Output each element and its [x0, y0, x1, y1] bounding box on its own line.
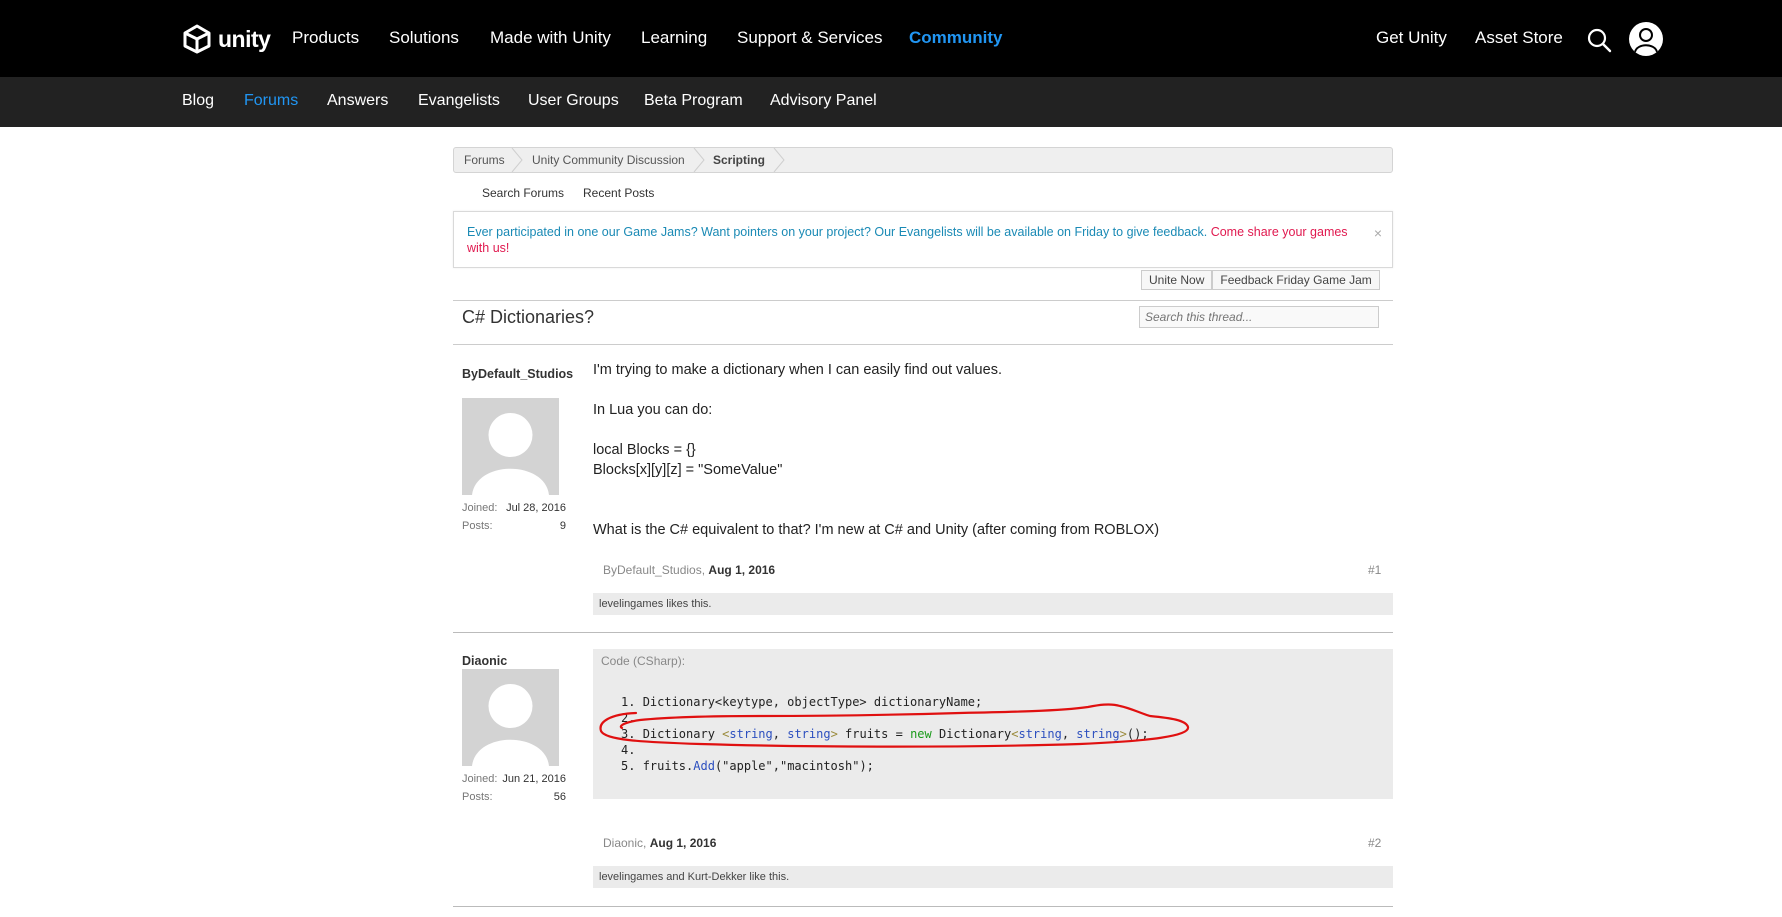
- code-line-5: 5. fruits.Add("apple","macintosh");: [621, 759, 874, 773]
- post-footer: ByDefault_Studios, Aug 1, 2016: [603, 563, 775, 577]
- nav-support-services[interactable]: Support & Services: [737, 28, 883, 48]
- tab-unite-now[interactable]: Unite Now: [1141, 270, 1213, 290]
- nav-solutions[interactable]: Solutions: [389, 28, 459, 48]
- code-block: Code (CSharp): 1. Dictionary<keytype, ob…: [593, 649, 1393, 799]
- top-navigation: unity Products Solutions Made with Unity…: [0, 0, 1782, 77]
- likes-summary: levelingames and Kurt-Dekker like this.: [593, 866, 1393, 888]
- post-number[interactable]: #1: [1368, 563, 1381, 577]
- notice-text: Ever participated in one our Game Jams? …: [467, 224, 1357, 256]
- joined-date: Jul 28, 2016: [506, 502, 566, 514]
- message-line: In Lua you can do:: [593, 402, 713, 418]
- notice-tabs: Unite Now Feedback Friday Game Jam: [1141, 270, 1380, 290]
- footer-author[interactable]: Diaonic,: [603, 836, 646, 850]
- unity-logo-icon: [183, 24, 211, 54]
- post-footer: Diaonic, Aug 1, 2016: [603, 836, 716, 850]
- message-line: I'm trying to make a dictionary when I c…: [593, 362, 1002, 378]
- posts-label: Posts:: [462, 520, 493, 532]
- divider: [453, 344, 1393, 345]
- code-lines: 1. Dictionary<keytype, objectType> dicti…: [621, 694, 1149, 774]
- joined-label: Joined:: [462, 502, 498, 514]
- breadcrumb-scripting[interactable]: Scripting: [713, 148, 765, 172]
- code-line-1: 1. Dictionary<keytype, objectType> dicti…: [621, 695, 983, 709]
- user-account-icon[interactable]: [1629, 22, 1663, 56]
- message-line: Blocks[x][y][z] = "SomeValue": [593, 462, 783, 478]
- tab-feedback-friday[interactable]: Feedback Friday Game Jam: [1212, 270, 1380, 290]
- code-header: Code (CSharp):: [601, 654, 686, 668]
- search-forums-link[interactable]: Search Forums: [482, 186, 564, 200]
- joined-label: Joined:: [462, 773, 498, 785]
- default-avatar-icon[interactable]: [462, 398, 559, 495]
- thread-title: C# Dictionaries?: [462, 307, 595, 327]
- post-author[interactable]: Diaonic: [462, 654, 567, 669]
- close-icon[interactable]: ×: [1374, 225, 1382, 241]
- footer-date[interactable]: Aug 1, 2016: [708, 563, 775, 577]
- logo-wordmark: unity: [218, 25, 271, 52]
- posts-count: 9: [559, 520, 566, 532]
- community-subnav: Blog Forums Answers Evangelists User Gro…: [0, 77, 1782, 127]
- breadcrumb-community-discussion[interactable]: Unity Community Discussion: [532, 148, 685, 172]
- subnav-answers[interactable]: Answers: [327, 92, 388, 110]
- nav-get-unity[interactable]: Get Unity: [1376, 28, 1447, 48]
- subnav-forums[interactable]: Forums: [244, 92, 298, 110]
- notice-banner: Ever participated in one our Game Jams? …: [453, 211, 1393, 268]
- nav-learning[interactable]: Learning: [641, 28, 707, 48]
- message-line: local Blocks = {}: [593, 442, 696, 458]
- post-divider: [453, 632, 1393, 633]
- divider: [453, 300, 1393, 301]
- default-avatar-icon[interactable]: [462, 669, 559, 766]
- subnav-advisory-panel[interactable]: Advisory Panel: [770, 92, 877, 110]
- likes-summary: levelingames likes this.: [593, 593, 1393, 615]
- breadcrumb: Forums Unity Community Discussion Script…: [453, 147, 1393, 173]
- recent-posts-link[interactable]: Recent Posts: [583, 186, 654, 200]
- notice-message: Ever participated in one our Game Jams? …: [467, 225, 1208, 239]
- subnav-beta-program[interactable]: Beta Program: [644, 92, 743, 110]
- subnav-user-groups[interactable]: User Groups: [528, 92, 619, 110]
- nav-products[interactable]: Products: [292, 28, 359, 48]
- post-divider: [453, 906, 1393, 907]
- search-icon[interactable]: [1586, 27, 1612, 53]
- nav-asset-store[interactable]: Asset Store: [1475, 28, 1563, 48]
- joined-date: Jun 21, 2016: [502, 773, 566, 785]
- footer-date[interactable]: Aug 1, 2016: [650, 836, 717, 850]
- code-line-3: 3. Dictionary <string, string> fruits = …: [621, 727, 1149, 741]
- subnav-evangelists[interactable]: Evangelists: [418, 92, 500, 110]
- subnav-blog[interactable]: Blog: [182, 92, 214, 110]
- nav-community[interactable]: Community: [909, 28, 1003, 48]
- posts-count: 56: [553, 791, 566, 803]
- code-line-2: 2.: [621, 711, 636, 725]
- posts-label: Posts:: [462, 791, 493, 803]
- breadcrumb-forums[interactable]: Forums: [464, 148, 505, 172]
- message-line: What is the C# equivalent to that? I'm n…: [593, 522, 1160, 538]
- footer-author[interactable]: ByDefault_Studios,: [603, 563, 705, 577]
- post-number[interactable]: #2: [1368, 836, 1381, 850]
- unity-logo[interactable]: unity: [182, 22, 271, 56]
- thread-search-input[interactable]: [1139, 306, 1379, 328]
- post-author[interactable]: ByDefault_Studios: [462, 367, 573, 382]
- nav-made-with-unity[interactable]: Made with Unity: [490, 28, 611, 48]
- code-line-4: 4.: [621, 743, 636, 757]
